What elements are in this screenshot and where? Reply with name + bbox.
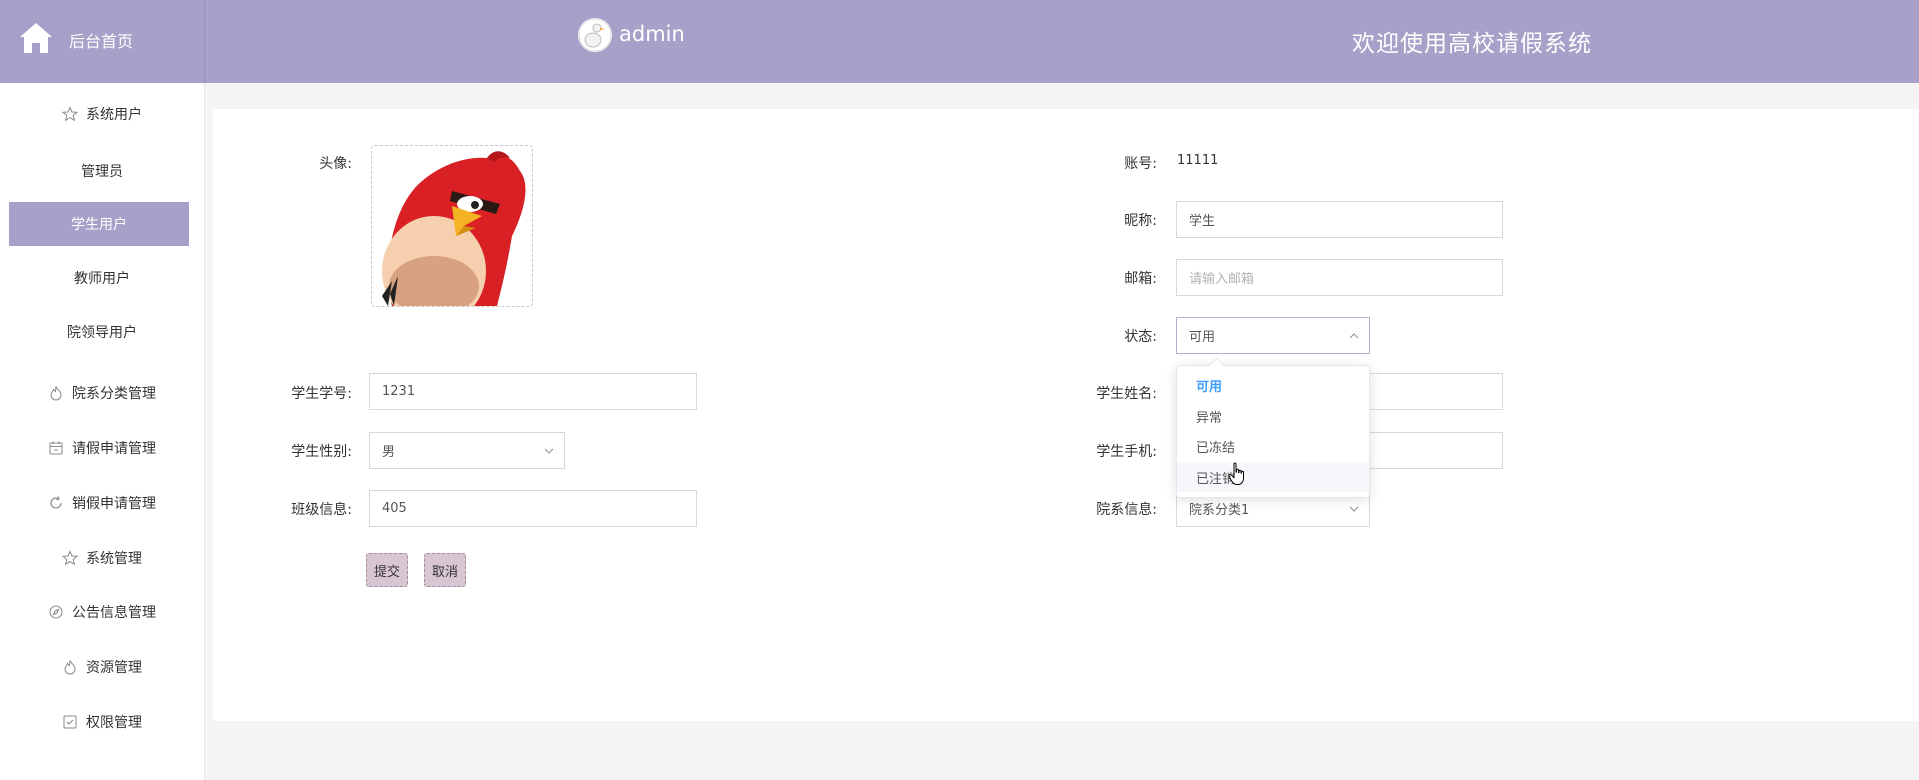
sidebar: 系统用户 管理员 学生用户 教师用户 院领导用户 院系分类管理 请假申请管理 销… [0, 83, 205, 780]
sidebar-item-student-users[interactable]: 学生用户 [9, 202, 189, 246]
username[interactable]: admin [619, 22, 685, 46]
status-option-available[interactable]: 可用 [1177, 370, 1369, 400]
sidebar-item-label: 学生用户 [71, 217, 127, 233]
class-label: 班级信息: [291, 502, 352, 518]
sidebar-item-department-category[interactable]: 院系分类管理 [0, 371, 204, 415]
hand-cursor-icon [1228, 462, 1244, 485]
star-icon [62, 550, 78, 566]
student-id-label: 学生学号: [291, 386, 352, 402]
account-label: 账号: [1124, 156, 1157, 172]
sidebar-item-label: 院系分类管理 [72, 386, 156, 402]
sidebar-item-leave-requests[interactable]: 请假申请管理 [0, 426, 204, 470]
status-label: 状态: [1124, 329, 1157, 345]
sidebar-item-label: 教师用户 [74, 271, 130, 287]
gender-value: 男 [382, 445, 396, 460]
flame-icon [64, 660, 76, 675]
nickname-label: 昵称: [1124, 213, 1157, 229]
email-input[interactable]: 请输入邮箱 [1176, 259, 1503, 296]
sidebar-item-dean-users[interactable]: 院领导用户 [0, 310, 204, 354]
status-dropdown: 可用 异常 已冻结 已注销 [1176, 365, 1370, 498]
sidebar-item-label: 资源管理 [86, 660, 142, 676]
status-option-deactivated[interactable]: 已注销 [1177, 462, 1369, 492]
gender-label: 学生性别: [291, 444, 352, 460]
sidebar-item-system-management[interactable]: 系统管理 [0, 536, 204, 580]
star-icon [62, 106, 78, 122]
account-value: 11111 [1177, 153, 1219, 168]
chevron-down-icon [544, 448, 554, 454]
sidebar-item-permissions[interactable]: 权限管理 [0, 700, 204, 744]
cancel-button[interactable]: 取消 [424, 553, 466, 587]
email-label: 邮箱: [1124, 271, 1157, 287]
phone-label: 学生手机: [1096, 444, 1157, 460]
red-bird-avatar-image [372, 146, 532, 306]
chevron-up-icon [1349, 333, 1359, 339]
sidebar-item-system-users[interactable]: 系统用户 [0, 92, 204, 136]
sidebar-item-label: 公告信息管理 [72, 605, 156, 621]
status-value: 可用 [1189, 330, 1216, 345]
gender-select[interactable]: 男 [369, 432, 565, 469]
sidebar-item-teacher-users[interactable]: 教师用户 [0, 256, 204, 300]
user-avatar[interactable] [578, 18, 612, 52]
sidebar-item-label: 请假申请管理 [72, 441, 156, 457]
avatar-label: 头像: [319, 156, 352, 172]
sidebar-item-resources[interactable]: 资源管理 [0, 645, 204, 689]
home-link[interactable]: 后台首页 [0, 0, 205, 83]
goose-avatar-icon [578, 18, 612, 52]
class-input[interactable]: 405 [369, 490, 697, 527]
chevron-down-icon [1349, 506, 1359, 512]
sidebar-item-label: 系统管理 [86, 551, 142, 567]
student-name-label: 学生姓名: [1096, 386, 1157, 402]
student-id-input[interactable]: 1231 [369, 373, 697, 410]
checkbox-icon [63, 715, 77, 729]
status-select[interactable]: 可用 [1176, 317, 1370, 354]
sidebar-item-announcements[interactable]: 公告信息管理 [0, 590, 204, 634]
top-header: 后台首页 admin 欢迎使用高校请假系统 [0, 0, 1919, 83]
calendar-icon [49, 441, 63, 455]
sidebar-item-label: 销假申请管理 [72, 496, 156, 512]
submit-button[interactable]: 提交 [366, 553, 408, 587]
site-title: 欢迎使用高校请假系统 [1352, 31, 1592, 57]
compass-icon [49, 605, 63, 619]
flame-icon [50, 386, 62, 401]
sidebar-item-cancel-leave-requests[interactable]: 销假申请管理 [0, 481, 204, 525]
sidebar-item-label: 院领导用户 [67, 325, 137, 341]
nickname-input[interactable]: 学生 [1176, 201, 1503, 238]
department-label: 院系信息: [1096, 502, 1157, 518]
sidebar-item-label: 权限管理 [86, 715, 142, 731]
refresh-icon [50, 496, 62, 509]
avatar-uploader[interactable] [371, 145, 533, 307]
status-option-frozen[interactable]: 已冻结 [1177, 431, 1369, 461]
sidebar-item-admin[interactable]: 管理员 [0, 149, 204, 193]
sidebar-item-label: 系统用户 [86, 107, 142, 123]
home-label: 后台首页 [69, 32, 134, 51]
sidebar-item-label: 管理员 [81, 164, 123, 180]
department-value: 院系分类1 [1189, 503, 1250, 518]
status-option-abnormal[interactable]: 异常 [1177, 401, 1369, 431]
home-icon [20, 23, 52, 53]
